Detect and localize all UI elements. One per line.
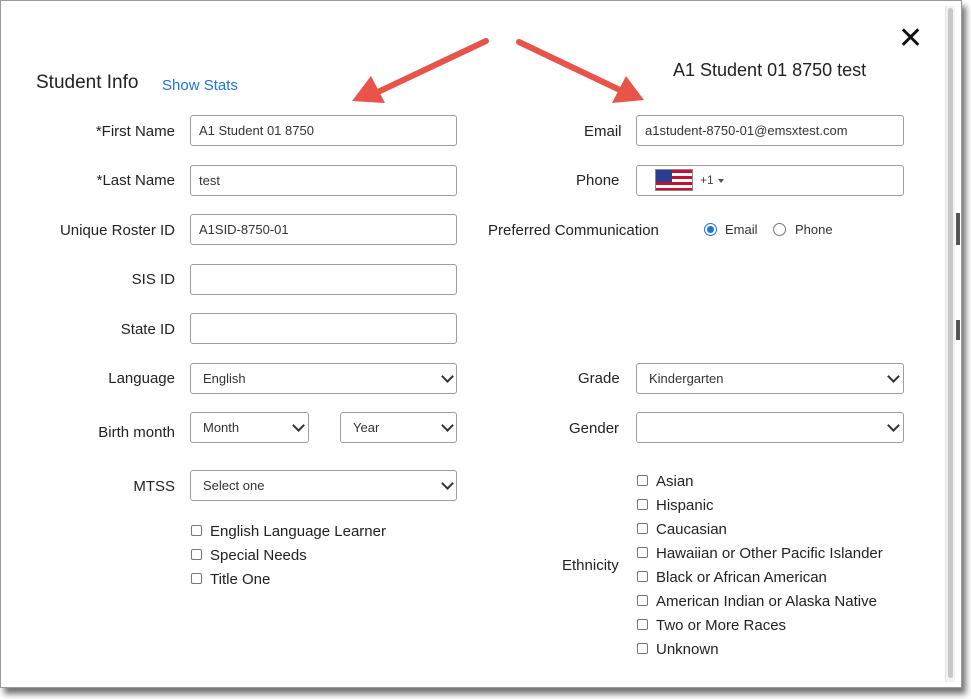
ell-checkbox[interactable] [191, 525, 202, 536]
ethnicity-option-label: American Indian or Alaska Native [656, 593, 877, 610]
caret-down-icon [718, 179, 724, 183]
ethnicity-checkbox-hispanic[interactable] [637, 499, 648, 510]
us-flag-icon[interactable] [655, 169, 693, 191]
email-input[interactable]: a1student-8750-01@emsxtest.com [636, 115, 904, 146]
state-id-input[interactable] [190, 313, 457, 344]
email-label: Email [584, 123, 622, 140]
email-radio[interactable] [704, 223, 717, 236]
ell-label: English Language Learner [210, 523, 386, 540]
gender-select[interactable] [636, 412, 904, 443]
ethnicity-option-label: Caucasian [656, 521, 727, 538]
phone-label: Phone [576, 172, 620, 189]
sis-id-input[interactable] [190, 264, 457, 295]
grade-label: Grade [578, 370, 620, 387]
email-radio-label: Email [725, 222, 758, 237]
show-stats-link[interactable]: Show Stats [162, 77, 238, 94]
unique-roster-id-input[interactable]: A1SID-8750-01 [190, 214, 457, 245]
ethnicity-checkbox-asian[interactable] [637, 475, 648, 486]
student-name-heading: A1 Student 01 8750 test [673, 60, 867, 80]
birth-month-label: Birth month [98, 424, 175, 441]
first-name-label: *First Name [95, 123, 175, 140]
unique-roster-id-label: Unique Roster ID [59, 222, 175, 239]
mtss-select[interactable]: Select one [190, 470, 457, 501]
ethnicity-checkbox-american-indian[interactable] [637, 595, 648, 606]
ethnicity-label: Ethnicity [562, 557, 619, 574]
language-select[interactable]: English [190, 363, 457, 394]
birth-year-select[interactable]: Year [340, 412, 457, 443]
ethnicity-checkbox-hawaiian[interactable] [637, 547, 648, 558]
grade-select[interactable]: Kindergarten [636, 363, 904, 394]
arrow-left-icon [352, 38, 489, 103]
title-one-checkbox[interactable] [191, 573, 202, 584]
mtss-label: MTSS [133, 478, 175, 495]
phone-radio-label: Phone [795, 222, 833, 237]
country-code[interactable]: +1 [700, 173, 714, 187]
last-name-label: *Last Name [96, 172, 175, 189]
language-label: Language [108, 370, 175, 387]
section-title: Student Info [36, 72, 139, 93]
ethnicity-option-label: Asian [656, 473, 694, 490]
ethnicity-checkbox-unknown[interactable] [637, 643, 648, 654]
close-icon[interactable]: ✕ [898, 24, 923, 54]
preferred-communication-label: Preferred Communication [488, 222, 659, 239]
arrow-right-icon [516, 39, 644, 103]
ethnicity-option-label: Two or More Races [656, 617, 787, 634]
birth-month-select[interactable]: Month [190, 412, 309, 443]
ethnicity-option-label: Hispanic [656, 497, 714, 514]
ethnicity-checkbox-caucasian[interactable] [637, 523, 648, 534]
sis-id-label: SIS ID [131, 271, 175, 288]
ethnicity-option-label: Black or African American [656, 569, 827, 586]
phone-radio[interactable] [773, 223, 786, 236]
first-name-input[interactable]: A1 Student 01 8750 [190, 115, 457, 146]
ethnicity-checkbox-black[interactable] [637, 571, 648, 582]
ethnicity-option-label: Unknown [656, 641, 719, 658]
state-id-label: State ID [120, 321, 175, 338]
gender-label: Gender [569, 420, 620, 437]
ethnicity-checkbox-two-or-more[interactable] [637, 619, 648, 630]
ethnicity-option-label: Hawaiian or Other Pacific Islander [656, 545, 883, 562]
last-name-input[interactable]: test [190, 165, 457, 196]
special-needs-label: Special Needs [210, 547, 307, 564]
special-needs-checkbox[interactable] [191, 549, 202, 560]
title-one-label: Title One [210, 571, 271, 588]
